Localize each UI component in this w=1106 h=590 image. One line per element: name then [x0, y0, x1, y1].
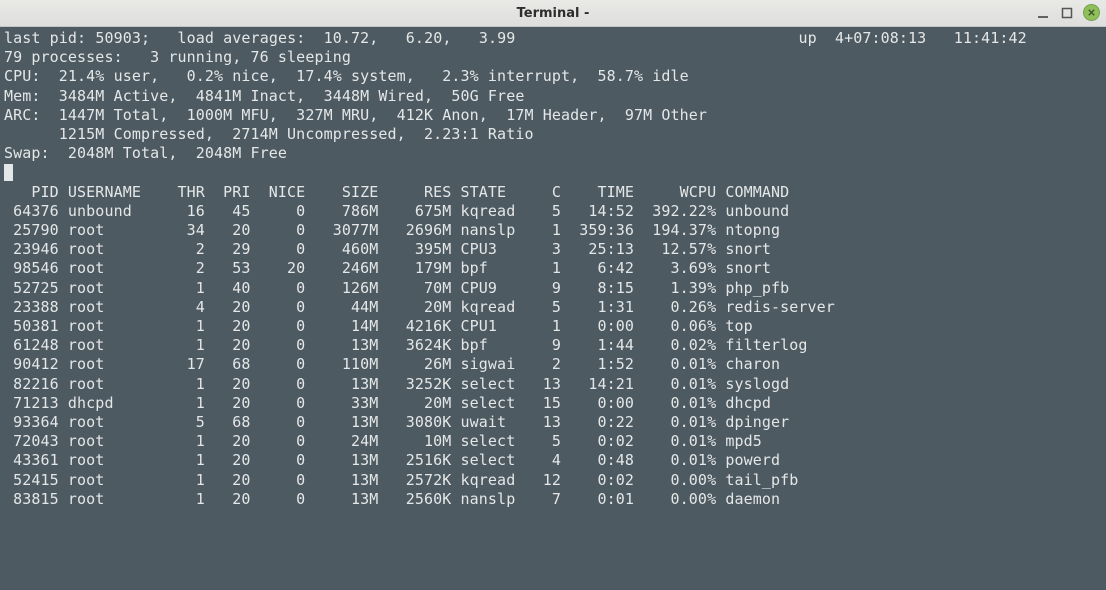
process-row: 82216 root 1 20 0 13M 3252K select 13 14… — [4, 375, 1102, 394]
process-row: 61248 root 1 20 0 13M 3624K bpf 9 1:44 0… — [4, 336, 1102, 355]
process-row: 71213 dhcpd 1 20 0 33M 20M select 15 0:0… — [4, 394, 1102, 413]
header-line-arc: ARC: 1447M Total, 1000M MFU, 327M MRU, 4… — [4, 106, 1102, 125]
maximize-icon — [1061, 7, 1073, 19]
header-line-arc2: 1215M Compressed, 2714M Uncompressed, 2.… — [4, 125, 1102, 144]
window-title: Terminal - — [517, 6, 590, 21]
process-table-header: PID USERNAME THR PRI NICE SIZE RES STATE… — [4, 183, 1102, 202]
header-line-swap: Swap: 2048M Total, 2048M Free — [4, 144, 1102, 163]
minimize-icon — [1037, 7, 1049, 19]
process-row: 52415 root 1 20 0 13M 2572K kqread 12 0:… — [4, 471, 1102, 490]
process-row: 25790 root 34 20 0 3077M 2696M nanslp 1 … — [4, 221, 1102, 240]
blank-line — [4, 163, 1102, 182]
process-row: 43361 root 1 20 0 13M 2516K select 4 0:4… — [4, 451, 1102, 470]
process-row: 64376 unbound 16 45 0 786M 675M kqread 5… — [4, 202, 1102, 221]
header-line-mem: Mem: 3484M Active, 4841M Inact, 3448M Wi… — [4, 87, 1102, 106]
titlebar[interactable]: Terminal - — [0, 0, 1106, 27]
process-row: 93364 root 5 68 0 13M 3080K uwait 13 0:2… — [4, 413, 1102, 432]
terminal-viewport[interactable]: last pid: 50903; load averages: 10.72, 6… — [0, 27, 1106, 590]
header-line-1: last pid: 50903; load averages: 10.72, 6… — [4, 29, 1102, 48]
process-row: 72043 root 1 20 0 24M 10M select 5 0:02 … — [4, 432, 1102, 451]
process-row: 90412 root 17 68 0 110M 26M sigwai 2 1:5… — [4, 355, 1102, 374]
process-row: 83815 root 1 20 0 13M 2560K nanslp 7 0:0… — [4, 490, 1102, 509]
close-button[interactable] — [1083, 4, 1100, 21]
minimize-button[interactable] — [1035, 5, 1051, 21]
maximize-button[interactable] — [1059, 5, 1075, 21]
cursor — [4, 164, 13, 181]
header-line-processes: 79 processes: 3 running, 76 sleeping — [4, 48, 1102, 67]
header-line-cpu: CPU: 21.4% user, 0.2% nice, 17.4% system… — [4, 67, 1102, 86]
process-row: 23388 root 4 20 0 44M 20M kqread 5 1:31 … — [4, 298, 1102, 317]
process-row: 98546 root 2 53 20 246M 179M bpf 1 6:42 … — [4, 259, 1102, 278]
window-controls — [1035, 4, 1100, 21]
process-row: 23946 root 2 29 0 460M 395M CPU3 3 25:13… — [4, 240, 1102, 259]
process-row: 52725 root 1 40 0 126M 70M CPU9 9 8:15 1… — [4, 279, 1102, 298]
process-row: 50381 root 1 20 0 14M 4216K CPU1 1 0:00 … — [4, 317, 1102, 336]
terminal-window: Terminal - last pid: 50903; load average… — [0, 0, 1106, 590]
close-icon — [1087, 8, 1096, 17]
